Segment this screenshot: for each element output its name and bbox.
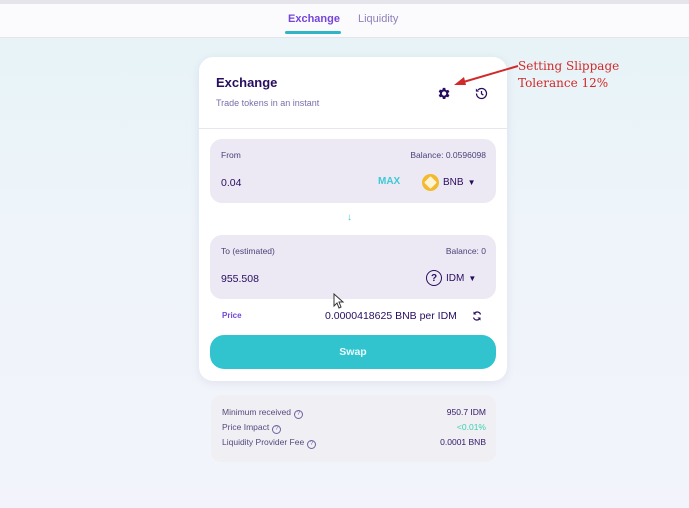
to-label: To (estimated) [221,246,275,256]
tab-exchange[interactable]: Exchange [288,13,340,25]
bnb-icon [422,173,439,191]
detail-label: Liquidity Provider Fee [222,437,305,447]
to-balance: Balance: 0 [445,246,486,256]
trade-details-panel: Minimum received? 950.7 IDM Price Impact… [211,395,496,462]
annotation-line-1: Setting Slippage [518,59,620,73]
annotation-arrow-icon [454,65,519,85]
card-title: Exchange [216,75,278,90]
exchange-card: Exchange Trade tokens in an instant From… [199,57,507,381]
gear-icon [438,87,449,99]
price-label: Price [222,311,242,320]
unknown-token-icon: ? [426,270,442,286]
top-nav-bar: Exchange Liquidity [0,0,689,38]
detail-row-price-impact: Price Impact? <0.01% [222,422,486,435]
to-token-select[interactable]: ? IDM ▼ [426,268,476,288]
mouse-cursor-icon [333,293,345,309]
detail-label: Price Impact [222,422,270,432]
from-panel: From Balance: 0.0596098 0.04 MAX BNB ▼ [210,139,496,203]
from-label: From [221,150,241,160]
help-icon[interactable]: ? [293,410,303,419]
detail-value: 0.0001 BNB [440,437,486,447]
price-value: 0.0000418625 BNB per IDM [325,310,457,322]
annotation-text: Setting Slippage Tolerance 12% [518,58,658,92]
help-icon[interactable]: ? [272,425,282,434]
to-amount-input[interactable]: 955.508 [221,273,259,285]
browser-strip [0,0,689,4]
swap-direction-arrow-icon[interactable]: ↓ [347,212,352,223]
active-tab-underline [285,31,341,34]
chevron-down-icon: ▼ [467,177,476,187]
help-icon[interactable]: ? [307,440,317,449]
detail-value: 950.7 IDM [446,407,486,417]
from-token-label: BNB [443,176,464,188]
detail-row-lp-fee: Liquidity Provider Fee? 0.0001 BNB [222,437,486,450]
tab-liquidity[interactable]: Liquidity [358,13,398,25]
from-token-select[interactable]: BNB ▼ [422,172,475,192]
from-balance: Balance: 0.0596098 [410,150,486,160]
to-token-label: IDM [446,272,465,284]
refresh-icon[interactable] [471,310,483,322]
settings-button[interactable] [434,84,452,102]
swap-button[interactable]: Swap [210,335,496,369]
to-panel: To (estimated) Balance: 0 955.508 ? IDM … [210,235,496,299]
detail-value: <0.01% [456,422,486,432]
max-button[interactable]: MAX [378,176,400,187]
chevron-down-icon: ▼ [468,273,477,283]
annotation-line-2: Tolerance 12% [518,76,609,90]
detail-label: Minimum received [222,407,291,417]
card-subtitle: Trade tokens in an instant [216,98,320,108]
detail-row-minimum-received: Minimum received? 950.7 IDM [222,407,486,420]
from-amount-input[interactable]: 0.04 [221,177,241,189]
